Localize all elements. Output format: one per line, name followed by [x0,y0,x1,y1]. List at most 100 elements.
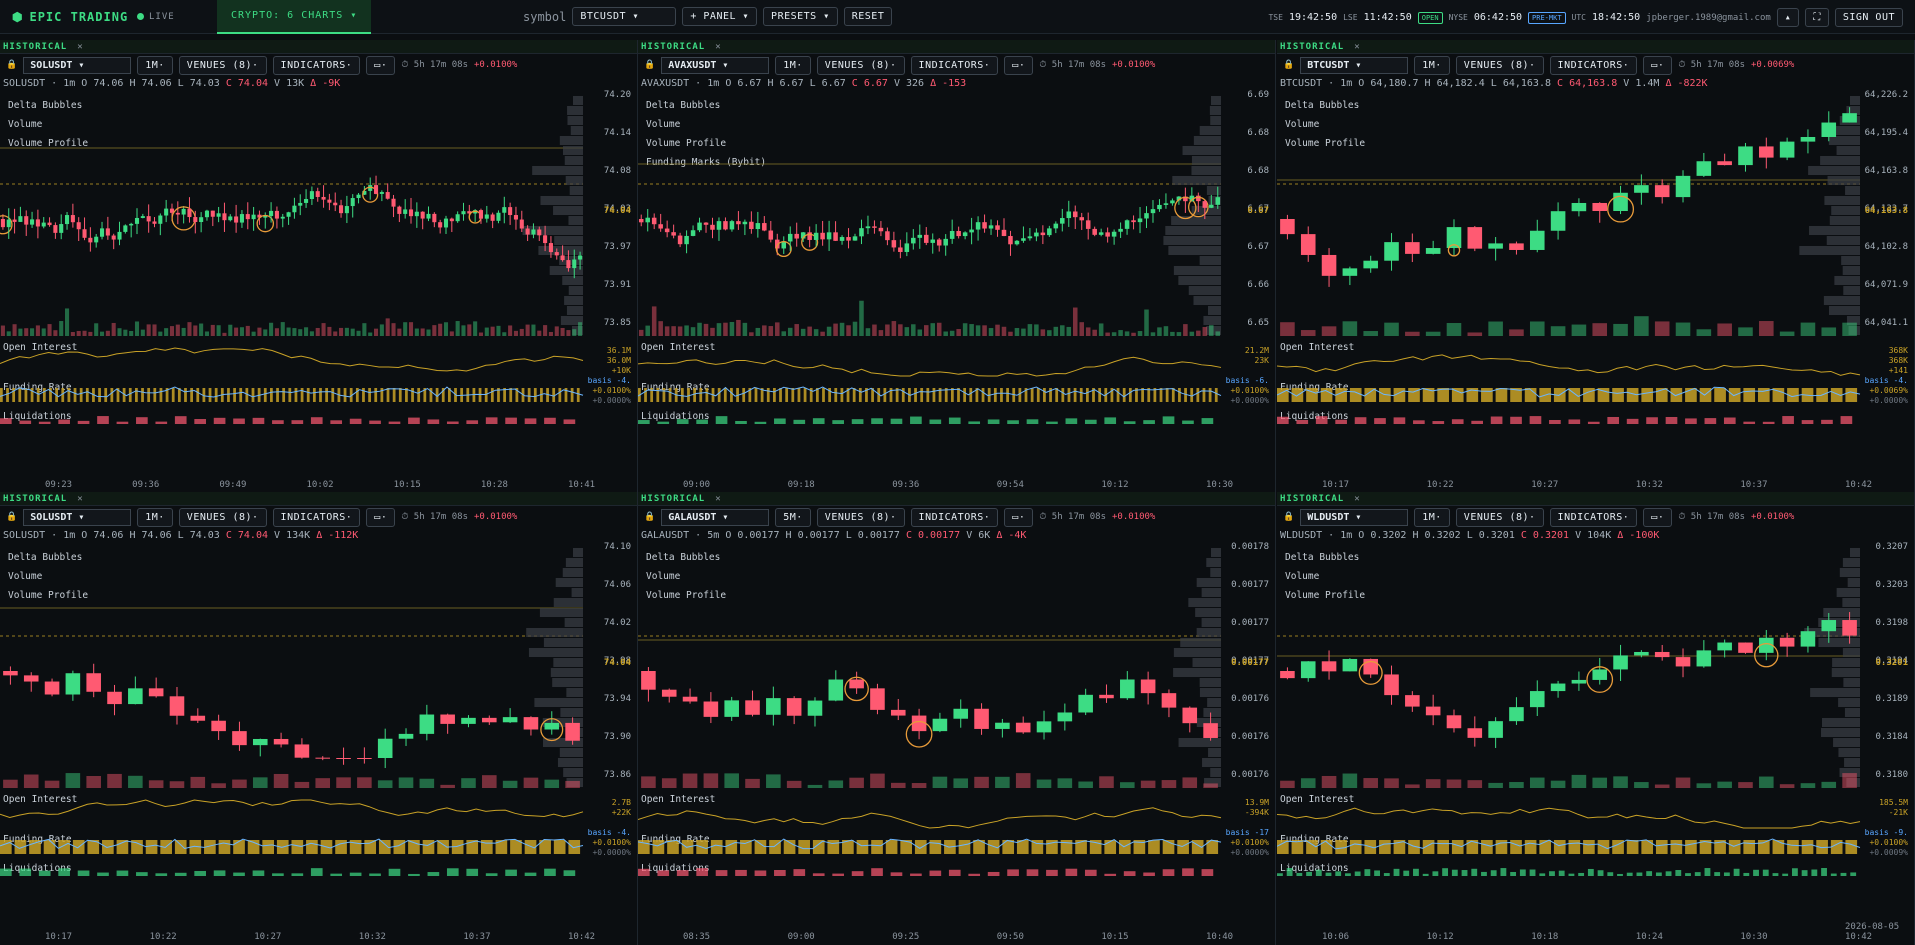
candlestick-chart[interactable] [0,528,638,931]
panel-symbol-dropdown[interactable]: AVAXUSDT ▾ [661,56,770,74]
liquidation-bar [1723,872,1730,876]
funding-bar [929,840,942,854]
volume-bar [18,328,23,336]
historical-badge: HISTORICAL ✕ [1277,40,1914,54]
time-axis-label: 09:00 [787,932,815,942]
timeframe-button[interactable]: 1M· [1414,55,1450,75]
funding-bar [1845,388,1858,402]
candle-body [152,221,157,224]
venues-button[interactable]: VENUES (8)· [816,507,905,527]
venues-button[interactable]: VENUES (8)· [816,55,905,75]
venues-button[interactable]: VENUES (8)· [178,55,267,75]
candle-body [321,196,326,200]
candlestick-chart[interactable] [638,528,1276,931]
lock-icon[interactable]: 🔒 [6,512,17,522]
indicators-button[interactable]: INDICATORS· [272,55,361,75]
panel-symbol-dropdown[interactable]: SOLUSDT ▾ [23,56,132,74]
candle-body [1300,661,1316,679]
venues-button[interactable]: VENUES (8)· [1455,507,1544,527]
layout-toggle-button[interactable]: ▭· [1643,507,1673,527]
lock-icon[interactable]: 🔒 [644,60,655,70]
top-bar: ⬢ EPIC TRADING LIVE CRYPTO: 6 CHARTS ▾ sy… [0,0,1915,34]
lock-icon[interactable]: 🔒 [644,512,655,522]
lock-icon[interactable]: 🔒 [6,60,17,70]
lock-icon[interactable]: 🔒 [1283,512,1294,522]
workspace-tab[interactable]: CRYPTO: 6 CHARTS ▾ [217,0,372,34]
funding-bar [153,388,157,402]
reset-button[interactable]: RESET [843,7,893,26]
indicators-button[interactable]: INDICATORS· [272,507,361,527]
candle-body [478,210,484,219]
volume-bar [1384,322,1399,336]
panel-symbol-dropdown[interactable]: WLDUSDT ▾ [1300,508,1409,526]
layout-toggle-button[interactable]: ▭· [366,55,396,75]
layout-toggle-button[interactable]: ▭· [1643,55,1673,75]
indicators-button[interactable]: INDICATORS· [910,55,999,75]
timeframe-button[interactable]: 1M· [1414,507,1450,527]
time-axis-label: 10:32 [1635,480,1663,490]
volume-bar [513,330,518,336]
panel-symbol-dropdown[interactable]: GALAUSDT ▾ [661,508,770,526]
volume-profile-bar [570,126,583,135]
layout-toggle-button[interactable]: ▭· [1004,55,1034,75]
candlestick-chart[interactable] [1277,528,1915,931]
venues-button[interactable]: VENUES (8)· [178,507,267,527]
panel-symbol-dropdown[interactable]: SOLUSDT ▾ [23,508,132,526]
volume-bar [420,328,425,336]
add-panel-button[interactable]: + PANEL ▾ [682,7,758,26]
funding-bar [291,840,304,854]
candle-body [736,221,741,225]
liquidation-bar [1607,416,1620,424]
timeframe-button[interactable]: 1M· [137,507,173,527]
symbol-dropdown[interactable]: BTCUSDT ▾ [572,7,677,26]
volume-bar [216,325,221,336]
fullscreen-button[interactable]: ⛶ [1805,8,1829,27]
volume-profile-bar [565,558,583,567]
layout-toggle-button[interactable]: ▭· [366,507,396,527]
volume-profile-bar [1832,658,1860,667]
timeframe-button[interactable]: 1M· [775,55,811,75]
close-icon[interactable]: ✕ [77,494,83,504]
candlestick-chart[interactable] [0,76,638,479]
funding-bar [393,840,406,854]
candle-body [140,216,145,218]
close-icon[interactable]: ✕ [1354,42,1360,52]
indicators-button[interactable]: INDICATORS· [910,507,999,527]
candle-body [385,192,390,199]
volume-profile-bar [560,708,583,717]
indicators-button[interactable]: INDICATORS· [1549,55,1638,75]
layout-toggle-button[interactable]: ▭· [1004,507,1034,527]
volume-bar [169,781,185,788]
close-icon[interactable]: ✕ [1354,494,1360,504]
funding-bar [1583,840,1595,854]
liquidation-bar [1143,872,1155,876]
timeframe-button[interactable]: 5M· [775,507,811,527]
candlestick-chart[interactable] [1277,76,1915,479]
candle-body [543,235,548,244]
panel-symbol-dropdown[interactable]: BTCUSDT ▾ [1300,56,1409,74]
volume-bar [911,324,916,336]
lock-icon[interactable]: 🔒 [1283,60,1294,70]
candlestick-chart[interactable] [638,76,1276,479]
liquidation-bar [446,421,459,424]
indicators-button[interactable]: INDICATORS· [1549,507,1638,527]
collapse-button[interactable]: ▴ [1776,8,1800,27]
presets-button[interactable]: PRESETS ▾ [763,7,838,26]
funding-bar [262,840,275,854]
sign-out-button[interactable]: SIGN OUT [1834,8,1903,27]
candle-body [398,733,414,739]
close-icon[interactable]: ✕ [715,42,721,52]
candle-body [234,216,239,223]
venues-button[interactable]: VENUES (8)· [1455,55,1544,75]
close-icon[interactable]: ✕ [715,494,721,504]
candle-body [930,239,936,243]
close-icon[interactable]: ✕ [77,42,83,52]
funding-bar [422,840,435,854]
time-axis-label: 10:40 [1206,932,1234,942]
liquidation-bar [485,873,498,876]
volume-profile-bar [1841,256,1860,265]
venues-label: VENUES (8) [824,59,891,71]
funding-bar [668,388,672,402]
volume-profile-bar [1831,206,1860,215]
timeframe-button[interactable]: 1M· [137,55,173,75]
